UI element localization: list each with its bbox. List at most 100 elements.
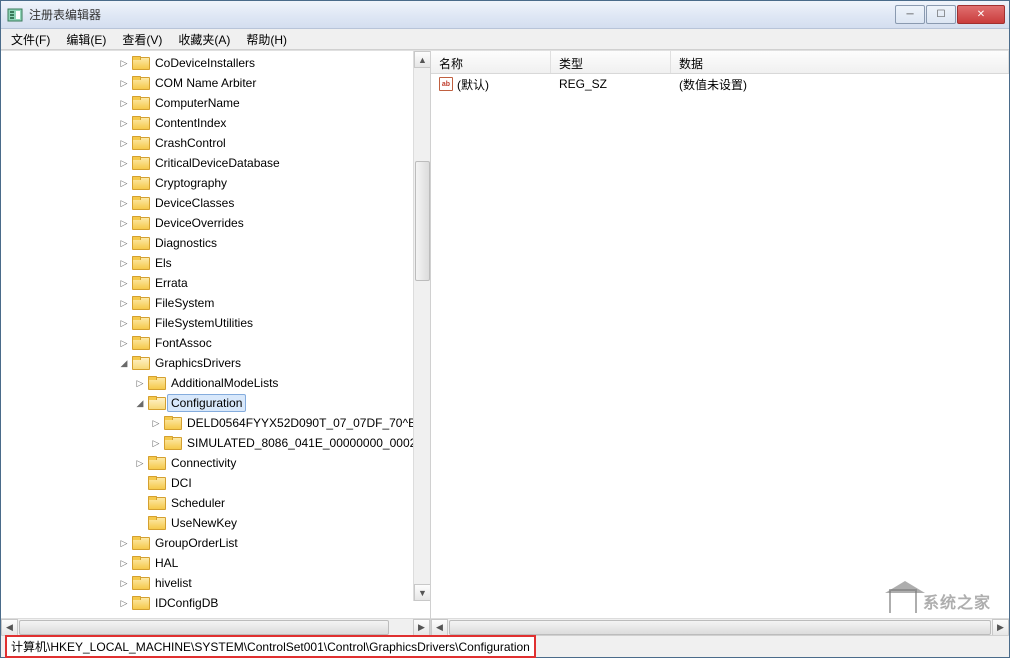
folder-icon [132, 76, 148, 90]
tree-horizontal-scrollbar[interactable]: ◀ ▶ [1, 618, 430, 635]
close-button[interactable]: ✕ [957, 5, 1005, 24]
tree-item-label: HAL [151, 554, 182, 572]
tree-item[interactable]: ▷ CoDeviceInstallers [1, 53, 430, 73]
app-icon [7, 7, 23, 23]
menu-help[interactable]: 帮助(H) [238, 29, 295, 50]
tree-item[interactable]: ▷FontAssoc [1, 333, 430, 353]
tree-item[interactable]: UseNewKey [1, 513, 430, 533]
registry-tree: ▷ CoDeviceInstallers▷COM Name Arbiter▷Com… [1, 51, 430, 615]
tree-item[interactable]: ▷ HAL [1, 553, 430, 573]
tree-item[interactable]: ▷IDConfigDB [1, 593, 430, 613]
tree-item[interactable]: ▷FileSystem [1, 293, 430, 313]
scroll-right-button[interactable]: ▶ [413, 619, 430, 635]
expand-icon[interactable]: ▷ [117, 156, 131, 170]
expand-icon[interactable]: ▷ [117, 296, 131, 310]
value-row[interactable]: ab (默认) REG_SZ (数值未设置) [431, 74, 1009, 92]
tree-item[interactable]: ▷ FileSystemUtilities [1, 313, 430, 333]
expand-icon[interactable]: ▷ [117, 576, 131, 590]
string-value-icon: ab [439, 77, 453, 91]
tree-item[interactable]: ▷CrashControl [1, 133, 430, 153]
column-type[interactable]: 类型 [551, 51, 671, 73]
tree-vertical-scrollbar[interactable]: ▲ ▼ [413, 51, 430, 601]
menu-favorites[interactable]: 收藏夹(A) [170, 29, 238, 50]
folder-icon [132, 176, 148, 190]
tree-item[interactable]: ▷hivelist [1, 573, 430, 593]
tree-item[interactable]: DCI [1, 473, 430, 493]
tree-item[interactable]: ◢GraphicsDrivers [1, 353, 430, 373]
expand-icon[interactable]: ▷ [117, 316, 131, 330]
scroll-thumb[interactable] [415, 161, 430, 281]
tree-scroll-area[interactable]: ▷ CoDeviceInstallers▷COM Name Arbiter▷Com… [1, 51, 430, 618]
collapse-icon[interactable]: ◢ [133, 396, 147, 410]
expand-icon[interactable]: ▷ [149, 436, 163, 450]
expand-icon[interactable]: ▷ [117, 136, 131, 150]
tree-item[interactable]: ▷DeviceOverrides [1, 213, 430, 233]
folder-icon [148, 456, 164, 470]
menu-view[interactable]: 查看(V) [114, 29, 170, 50]
expand-icon[interactable]: ▷ [133, 376, 147, 390]
scroll-right-button[interactable]: ▶ [992, 619, 1009, 635]
menu-file[interactable]: 文件(F) [3, 29, 58, 50]
scroll-down-button[interactable]: ▼ [414, 584, 430, 601]
collapse-icon[interactable]: ◢ [117, 356, 131, 370]
expand-icon[interactable]: ▷ [117, 116, 131, 130]
expand-icon[interactable]: ▷ [117, 76, 131, 90]
value-name-cell: ab (默认) [431, 76, 551, 93]
tree-item-label: Els [151, 254, 176, 272]
values-horizontal-scrollbar[interactable]: ◀ ▶ [431, 618, 1009, 635]
tree-item[interactable]: ▷COM Name Arbiter [1, 73, 430, 93]
values-header: 名称 类型 数据 [431, 51, 1009, 74]
expand-icon[interactable]: ▷ [117, 536, 131, 550]
scroll-thumb[interactable] [19, 620, 389, 635]
expand-icon[interactable]: ▷ [149, 416, 163, 430]
maximize-button[interactable]: ☐ [926, 5, 956, 24]
window-title: 注册表编辑器 [29, 6, 894, 23]
expand-icon[interactable]: ▷ [117, 596, 131, 610]
tree-item[interactable]: ▷Cryptography [1, 173, 430, 193]
column-data[interactable]: 数据 [671, 51, 1009, 73]
tree-item[interactable]: ◢Configuration [1, 393, 430, 413]
tree-item-label: Errata [151, 274, 192, 292]
tree-item-label: SIMULATED_8086_041E_00000000_00020 [183, 434, 427, 452]
tree-item[interactable]: ▷DeviceClasses [1, 193, 430, 213]
minimize-button[interactable]: ─ [895, 5, 925, 24]
expand-icon[interactable]: ▷ [117, 176, 131, 190]
value-data-cell: (数值未设置) [671, 76, 1009, 93]
expand-icon[interactable]: ▷ [117, 336, 131, 350]
tree-item[interactable]: ▷DELD0564FYYX52D090T_07_07DF_70^B7 [1, 413, 430, 433]
menubar: 文件(F) 编辑(E) 查看(V) 收藏夹(A) 帮助(H) [1, 29, 1009, 50]
values-list[interactable]: ab (默认) REG_SZ (数值未设置) [431, 74, 1009, 618]
tree-item[interactable]: ▷ SIMULATED_8086_041E_00000000_00020 [1, 433, 430, 453]
tree-item[interactable]: ▷ Errata [1, 273, 430, 293]
tree-item-label: FileSystemUtilities [151, 314, 257, 332]
folder-icon [132, 596, 148, 610]
scroll-left-button[interactable]: ◀ [431, 619, 448, 635]
tree-item[interactable]: ▷Connectivity [1, 453, 430, 473]
expand-icon[interactable]: ▷ [117, 276, 131, 290]
expand-icon[interactable]: ▷ [117, 556, 131, 570]
tree-item[interactable]: ▷ComputerName [1, 93, 430, 113]
expand-icon[interactable]: ▷ [117, 256, 131, 270]
menu-edit[interactable]: 编辑(E) [58, 29, 114, 50]
tree-item[interactable]: ▷ContentIndex [1, 113, 430, 133]
tree-item[interactable]: ▷AdditionalModeLists [1, 373, 430, 393]
tree-item-label: CoDeviceInstallers [151, 54, 259, 72]
tree-item[interactable]: Scheduler [1, 493, 430, 513]
expand-icon[interactable]: ▷ [133, 456, 147, 470]
expand-icon[interactable]: ▷ [117, 56, 131, 70]
scroll-left-button[interactable]: ◀ [1, 619, 18, 635]
expand-icon[interactable]: ▷ [117, 96, 131, 110]
expand-icon[interactable]: ▷ [117, 216, 131, 230]
tree-item-label: Diagnostics [151, 234, 221, 252]
tree-item[interactable]: ▷CriticalDeviceDatabase [1, 153, 430, 173]
folder-icon [164, 436, 180, 450]
expand-icon[interactable]: ▷ [117, 196, 131, 210]
expand-icon[interactable]: ▷ [117, 236, 131, 250]
scroll-up-button[interactable]: ▲ [414, 51, 430, 68]
titlebar[interactable]: 注册表编辑器 ─ ☐ ✕ [1, 1, 1009, 29]
tree-item[interactable]: ▷GroupOrderList [1, 533, 430, 553]
column-name[interactable]: 名称 [431, 51, 551, 73]
tree-item[interactable]: ▷ Els [1, 253, 430, 273]
scroll-thumb[interactable] [449, 620, 991, 635]
tree-item[interactable]: ▷ Diagnostics [1, 233, 430, 253]
